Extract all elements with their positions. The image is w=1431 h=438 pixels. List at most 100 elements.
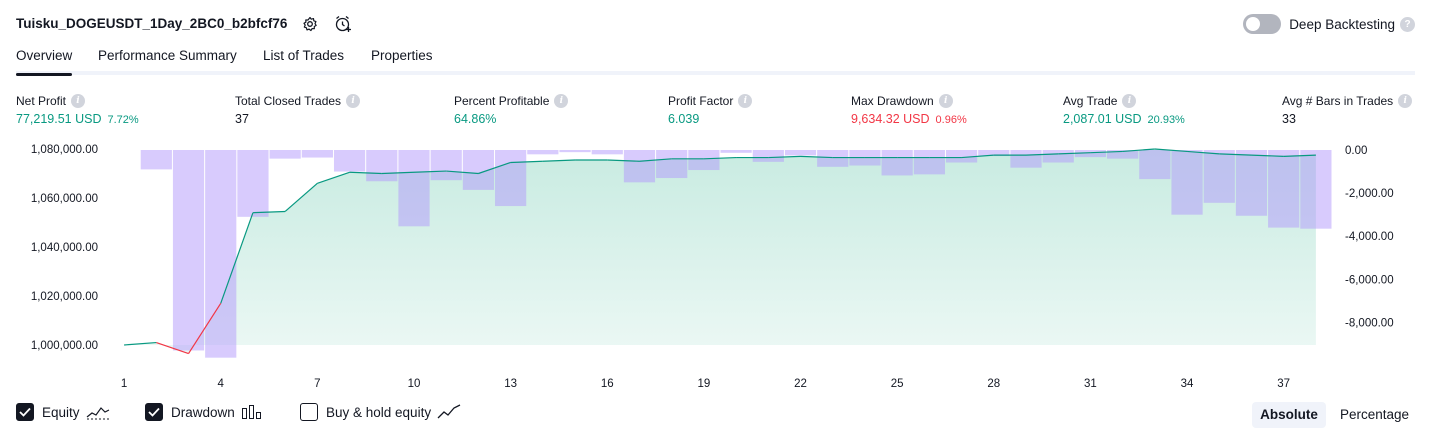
drawdown-bar	[752, 150, 784, 162]
info-icon[interactable]: i	[346, 94, 361, 108]
deep-backtesting-toggle[interactable]	[1243, 14, 1282, 34]
x-axis-tick-label: 31	[1084, 378, 1097, 390]
checkbox-box[interactable]	[16, 403, 34, 421]
right-axis-tick-label: -8,000.00	[1345, 317, 1394, 329]
equity-drawdown-chart[interactable]: 1,080,000.00 1,060,000.00 1,040,000.00 1,02…	[0, 135, 1431, 397]
metric-value: 64.86%	[454, 112, 497, 126]
metric-value: 2,087.01 USD	[1063, 112, 1142, 126]
equity-checkbox[interactable]: Equity	[16, 403, 110, 421]
drawdown-bar	[366, 150, 398, 182]
right-axis-tick-label: -2,000.00	[1345, 188, 1394, 200]
info-icon[interactable]: i	[71, 94, 86, 108]
drawdown-bar	[913, 150, 945, 175]
metric-label: Net Profit	[16, 94, 67, 108]
metrics-row: Net Profit i 77,219.51 USD 7.72% Total Clo…	[16, 93, 1415, 133]
x-axis-tick-label: 13	[504, 378, 517, 390]
checkbox-box[interactable]	[145, 403, 163, 421]
metric-total-closed-trades: Total Closed Trades i 37	[235, 93, 361, 126]
info-icon[interactable]: i	[738, 94, 753, 108]
drawdown-bar	[720, 150, 752, 153]
drawdown-bar	[1268, 150, 1300, 228]
absolute-button[interactable]: Absolute	[1252, 402, 1326, 428]
metric-value: 6.039	[668, 112, 700, 126]
metric-avg-bars-in-trades: Avg # Bars in Trades i 33	[1282, 93, 1413, 126]
x-axis-tick-label: 22	[794, 378, 807, 390]
tab-performance-summary[interactable]: Performance Summary	[98, 48, 237, 63]
x-axis-tick-label: 10	[408, 378, 421, 390]
drawdown-bar	[205, 150, 237, 358]
drawdown-bar	[1171, 150, 1203, 215]
metric-net-profit: Net Profit i 77,219.51 USD 7.72%	[16, 93, 139, 126]
metric-label: Percent Profitable	[454, 94, 550, 108]
drawdown-bar	[623, 150, 656, 183]
metric-percent: 20.93%	[1147, 114, 1185, 126]
add-alert-clock-icon[interactable]	[332, 13, 354, 35]
metric-value: 37	[235, 112, 249, 126]
metric-label: Total Closed Trades	[235, 94, 342, 108]
drawdown-bar	[269, 150, 301, 159]
left-axis-tick-label: 1,040,000.00	[31, 242, 98, 254]
tab-properties[interactable]: Properties	[371, 48, 433, 63]
equity-line-icon	[86, 404, 110, 420]
drawdown-bar	[656, 150, 688, 179]
buy-hold-equity-checkbox[interactable]: Buy & hold equity	[300, 403, 461, 421]
checkbox-label: Drawdown	[171, 404, 235, 420]
right-axis-tick-label: -6,000.00	[1345, 274, 1394, 286]
left-axis-tick-label: 1,000,000.00	[31, 340, 98, 352]
x-axis-tick-label: 19	[697, 378, 710, 390]
info-icon[interactable]: i	[938, 94, 953, 108]
drawdown-bar	[881, 150, 913, 176]
checkbox-label: Buy & hold equity	[326, 404, 432, 420]
x-axis-tick-label: 25	[891, 378, 904, 390]
x-axis-tick-label: 28	[987, 378, 1000, 390]
metric-value: 33	[1282, 112, 1296, 126]
info-icon[interactable]: i	[1398, 94, 1413, 108]
metric-label: Avg # Bars in Trades	[1282, 94, 1394, 108]
gear-icon[interactable]	[299, 13, 321, 35]
drawdown-bar	[1139, 150, 1171, 180]
metric-percent-profitable: Percent Profitable i 64.86%	[454, 93, 569, 126]
drawdown-bar	[1300, 150, 1332, 229]
x-axis-tick-label: 4	[218, 378, 225, 390]
drawdown-bar	[495, 150, 527, 207]
tab-overview[interactable]: Overview	[16, 48, 73, 76]
drawdown-bar	[591, 150, 623, 155]
right-axis-tick-label: -4,000.00	[1345, 231, 1394, 243]
metric-percent: 7.72%	[107, 114, 139, 126]
drawdown-bar	[1203, 150, 1235, 203]
metric-value: 77,219.51 USD	[16, 112, 102, 126]
drawdown-bar	[559, 150, 591, 153]
x-axis-tick-label: 34	[1181, 378, 1194, 390]
left-axis-tick-label: 1,060,000.00	[31, 193, 98, 205]
x-axis-tick-label: 7	[314, 378, 320, 390]
metric-profit-factor: Profit Factor i 6.039	[668, 93, 753, 126]
drawdown-checkbox[interactable]: Drawdown	[145, 403, 263, 421]
equity-area	[124, 149, 1316, 354]
help-icon[interactable]: ?	[1400, 16, 1415, 32]
drawdown-bar	[333, 150, 366, 172]
drawdown-bar	[398, 150, 430, 227]
chart-legend-bar: Equity Drawdown Buy & hold equity Absolu…	[16, 402, 1417, 428]
drawdown-bar	[140, 150, 172, 170]
drawdown-bar	[301, 150, 333, 158]
drawdown-bar	[817, 150, 849, 167]
report-tabs: Overview Performance Summary List of Tra…	[16, 45, 1415, 76]
drawdown-bars-icon	[241, 404, 263, 420]
metric-label: Max Drawdown	[851, 94, 934, 108]
strategy-header: Tuisku_DOGEUSDT_1Day_2BC0_b2bfcf76 Deep …	[16, 12, 1415, 36]
checkbox-box[interactable]	[300, 403, 318, 421]
percentage-button[interactable]: Percentage	[1332, 402, 1417, 428]
left-axis-tick-label: 1,020,000.00	[31, 291, 98, 303]
drawdown-bar	[527, 150, 559, 155]
drawdown-bar	[784, 150, 817, 156]
info-icon[interactable]: i	[1122, 94, 1137, 108]
right-axis-tick-label: 0.00	[1345, 145, 1367, 157]
metric-max-drawdown: Max Drawdown i 9,634.32 USD 0.96%	[851, 93, 967, 126]
info-icon[interactable]: i	[554, 94, 569, 108]
metric-value: 9,634.32 USD	[851, 112, 930, 126]
deep-backtesting-label: Deep Backtesting	[1289, 16, 1395, 32]
drawdown-bar	[172, 150, 205, 351]
tab-list-of-trades[interactable]: List of Trades	[263, 48, 344, 63]
metric-avg-trade: Avg Trade i 2,087.01 USD 20.93%	[1063, 93, 1185, 126]
left-axis-tick-label: 1,080,000.00	[31, 144, 98, 156]
